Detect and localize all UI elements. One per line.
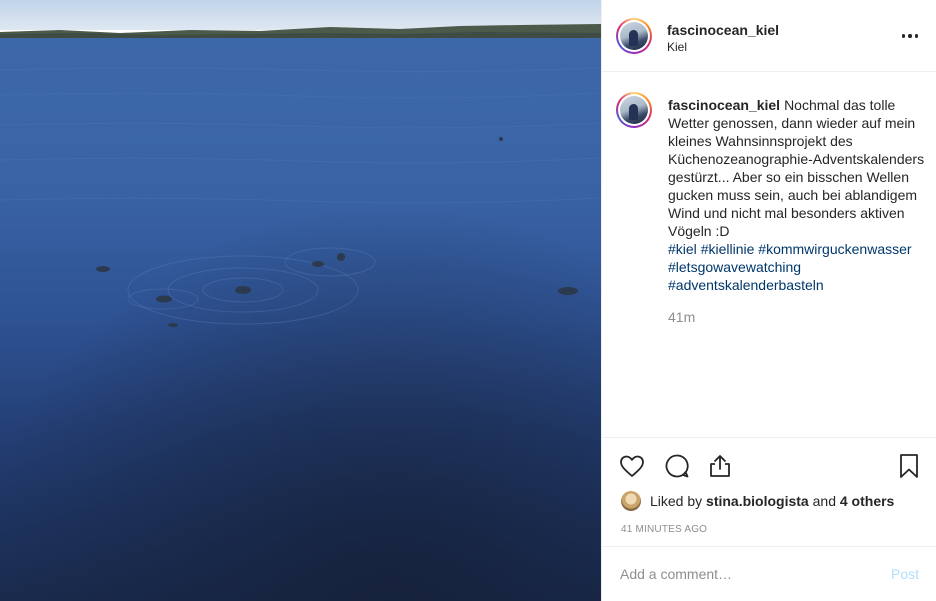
post-header: fascinocean_kiel Kiel xyxy=(602,0,936,72)
sea-photo-image xyxy=(0,0,601,601)
author-username-link[interactable]: fascinocean_kiel xyxy=(667,22,779,38)
heart-icon[interactable] xyxy=(618,452,646,480)
caption-author-avatar[interactable] xyxy=(616,92,652,128)
liker-username-link[interactable]: stina.biologista xyxy=(706,493,809,509)
action-bar: Liked by stina.biologista and 4 others 4… xyxy=(602,437,936,547)
author-avatar[interactable] xyxy=(616,18,652,54)
post-side-panel: fascinocean_kiel Kiel fascinocean_kiel No… xyxy=(601,0,936,601)
bookmark-icon[interactable] xyxy=(895,452,923,480)
likes-conjunction: and xyxy=(812,493,836,509)
comment-bar: Post xyxy=(602,546,936,601)
hashtag-link[interactable]: #kiel xyxy=(668,241,697,257)
likes-summary: Liked by stina.biologista and 4 others xyxy=(621,491,894,511)
caption-body: Nochmal das tolle Wetter genossen, dann … xyxy=(668,97,925,239)
post-comment-button[interactable]: Post xyxy=(891,566,919,582)
caption-section: fascinocean_kiel Nochmal das tolle Wetter… xyxy=(602,72,936,437)
comment-icon[interactable] xyxy=(663,452,691,480)
likes-others-link[interactable]: 4 others xyxy=(840,493,894,509)
hashtag-link[interactable]: #adventskalenderbasteln xyxy=(668,277,824,293)
hashtag-link[interactable]: #kiellinie xyxy=(701,241,755,257)
post-photo[interactable] xyxy=(0,0,601,601)
location-link[interactable]: Kiel xyxy=(667,40,687,54)
caption-timestamp: 41m xyxy=(668,309,696,325)
hashtag-list: #kiel #kiellinie #kommwirguckenwasser #l… xyxy=(668,241,912,293)
caption-text: fascinocean_kiel Nochmal das tolle Wetter… xyxy=(668,96,930,294)
likes-prefix: Liked by xyxy=(650,493,703,509)
post-timestamp: 41 minutes ago xyxy=(621,524,708,535)
hashtag-link[interactable]: #kommwirguckenwasser xyxy=(758,241,911,257)
share-icon[interactable] xyxy=(706,452,734,480)
hashtag-link[interactable]: #letsgowavewatching xyxy=(668,259,801,275)
more-options-icon[interactable] xyxy=(898,24,922,48)
comment-input[interactable] xyxy=(620,559,870,589)
liker-avatar[interactable] xyxy=(621,491,641,511)
caption-username-link[interactable]: fascinocean_kiel xyxy=(668,97,780,113)
